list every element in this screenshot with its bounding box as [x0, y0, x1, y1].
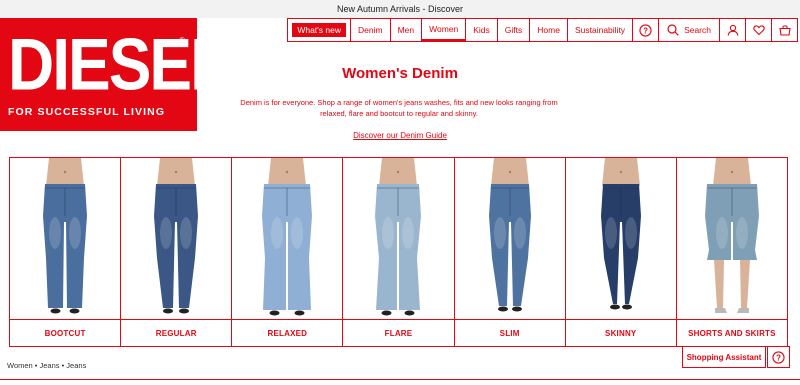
help-button[interactable]: ? — [632, 19, 658, 41]
category-grid: BOOTCUT REGULAR RELAXED FLARE SLIM SKINN… — [9, 157, 788, 347]
jeans-figure-image — [488, 158, 531, 312]
main-navigation: What's new Denim Men Women Kids Gifts Ho… — [287, 18, 798, 42]
jeans-figure-image — [375, 158, 422, 316]
category-card-skinny[interactable]: SKINNY — [565, 158, 677, 346]
category-label[interactable]: FLARE — [343, 320, 453, 346]
category-card-shorts-and-skirts[interactable]: SHORTS AND SKIRTS — [676, 158, 787, 346]
denim-guide-link[interactable]: Discover our Denim Guide — [0, 131, 800, 140]
nav-item-men[interactable]: Men — [389, 19, 422, 41]
shopping-assistant-button[interactable]: Shopping Assistant — [682, 346, 766, 368]
nav-item-whats-new[interactable]: What's new — [292, 23, 346, 37]
nav-item-denim[interactable]: Denim — [350, 19, 390, 41]
jeans-figure-image — [43, 158, 88, 314]
product-image[interactable] — [676, 158, 787, 320]
category-label[interactable]: SHORTS AND SKIRTS — [677, 320, 787, 346]
category-card-bootcut[interactable]: BOOTCUT — [10, 158, 122, 346]
nav-item-home[interactable]: Home — [529, 19, 567, 41]
cart-icon — [778, 25, 791, 36]
jeans-figure-image — [600, 158, 641, 310]
category-label[interactable]: RELAXED — [232, 320, 342, 346]
product-image[interactable] — [343, 158, 454, 320]
breadcrumb[interactable]: Women • Jeans • Jeans — [7, 361, 86, 370]
nav-item-gifts[interactable]: Gifts — [496, 19, 529, 41]
jeans-figure-image — [704, 158, 759, 313]
announcement-bar[interactable]: New Autumn Arrivals - Discover — [0, 0, 800, 18]
wishlist-icon — [752, 25, 765, 36]
jeans-figure-image — [262, 158, 313, 316]
category-label[interactable]: SLIM — [455, 320, 565, 346]
svg-text:?: ? — [643, 26, 648, 35]
product-image[interactable] — [454, 158, 565, 320]
category-label[interactable]: REGULAR — [121, 320, 231, 346]
product-image[interactable] — [565, 158, 676, 320]
search-button[interactable]: Search — [658, 19, 719, 41]
jeans-figure-image — [154, 158, 199, 314]
search-label: Search — [684, 25, 711, 35]
category-card-slim[interactable]: SLIM — [454, 158, 566, 346]
search-icon — [667, 24, 679, 36]
category-card-flare[interactable]: FLARE — [343, 158, 455, 346]
page-title: Women's Denim — [342, 65, 458, 82]
logo-tagline: FOR SUCCESSFUL LIVING — [8, 105, 166, 118]
nav-item-women[interactable]: Women — [421, 19, 466, 41]
category-card-regular[interactable]: REGULAR — [121, 158, 233, 346]
help-chat-button[interactable]: ? — [767, 346, 790, 368]
nav-item-kids[interactable]: Kids — [465, 19, 497, 41]
product-image[interactable] — [121, 158, 232, 320]
logo-wordmark: DIESEL — [8, 22, 229, 105]
page-description: Denim is for everyone. Shop a range of w… — [240, 98, 558, 118]
product-image[interactable] — [232, 158, 343, 320]
category-card-relaxed[interactable]: RELAXED — [232, 158, 344, 346]
svg-text:?: ? — [776, 353, 781, 362]
category-label[interactable]: BOOTCUT — [10, 320, 120, 346]
product-image[interactable] — [10, 158, 121, 320]
help-icon: ? — [639, 23, 652, 37]
nav-item-sustainability[interactable]: Sustainability — [566, 19, 632, 41]
help-icon: ? — [772, 350, 785, 364]
account-button[interactable] — [719, 19, 745, 41]
divider — [0, 379, 800, 380]
account-icon — [727, 24, 738, 36]
cart-button[interactable] — [771, 19, 797, 41]
announcement-text[interactable]: New Autumn Arrivals - Discover — [337, 4, 463, 14]
registered-mark: ® — [179, 36, 185, 45]
wishlist-button[interactable] — [745, 19, 771, 41]
category-label[interactable]: SKINNY — [566, 320, 676, 346]
